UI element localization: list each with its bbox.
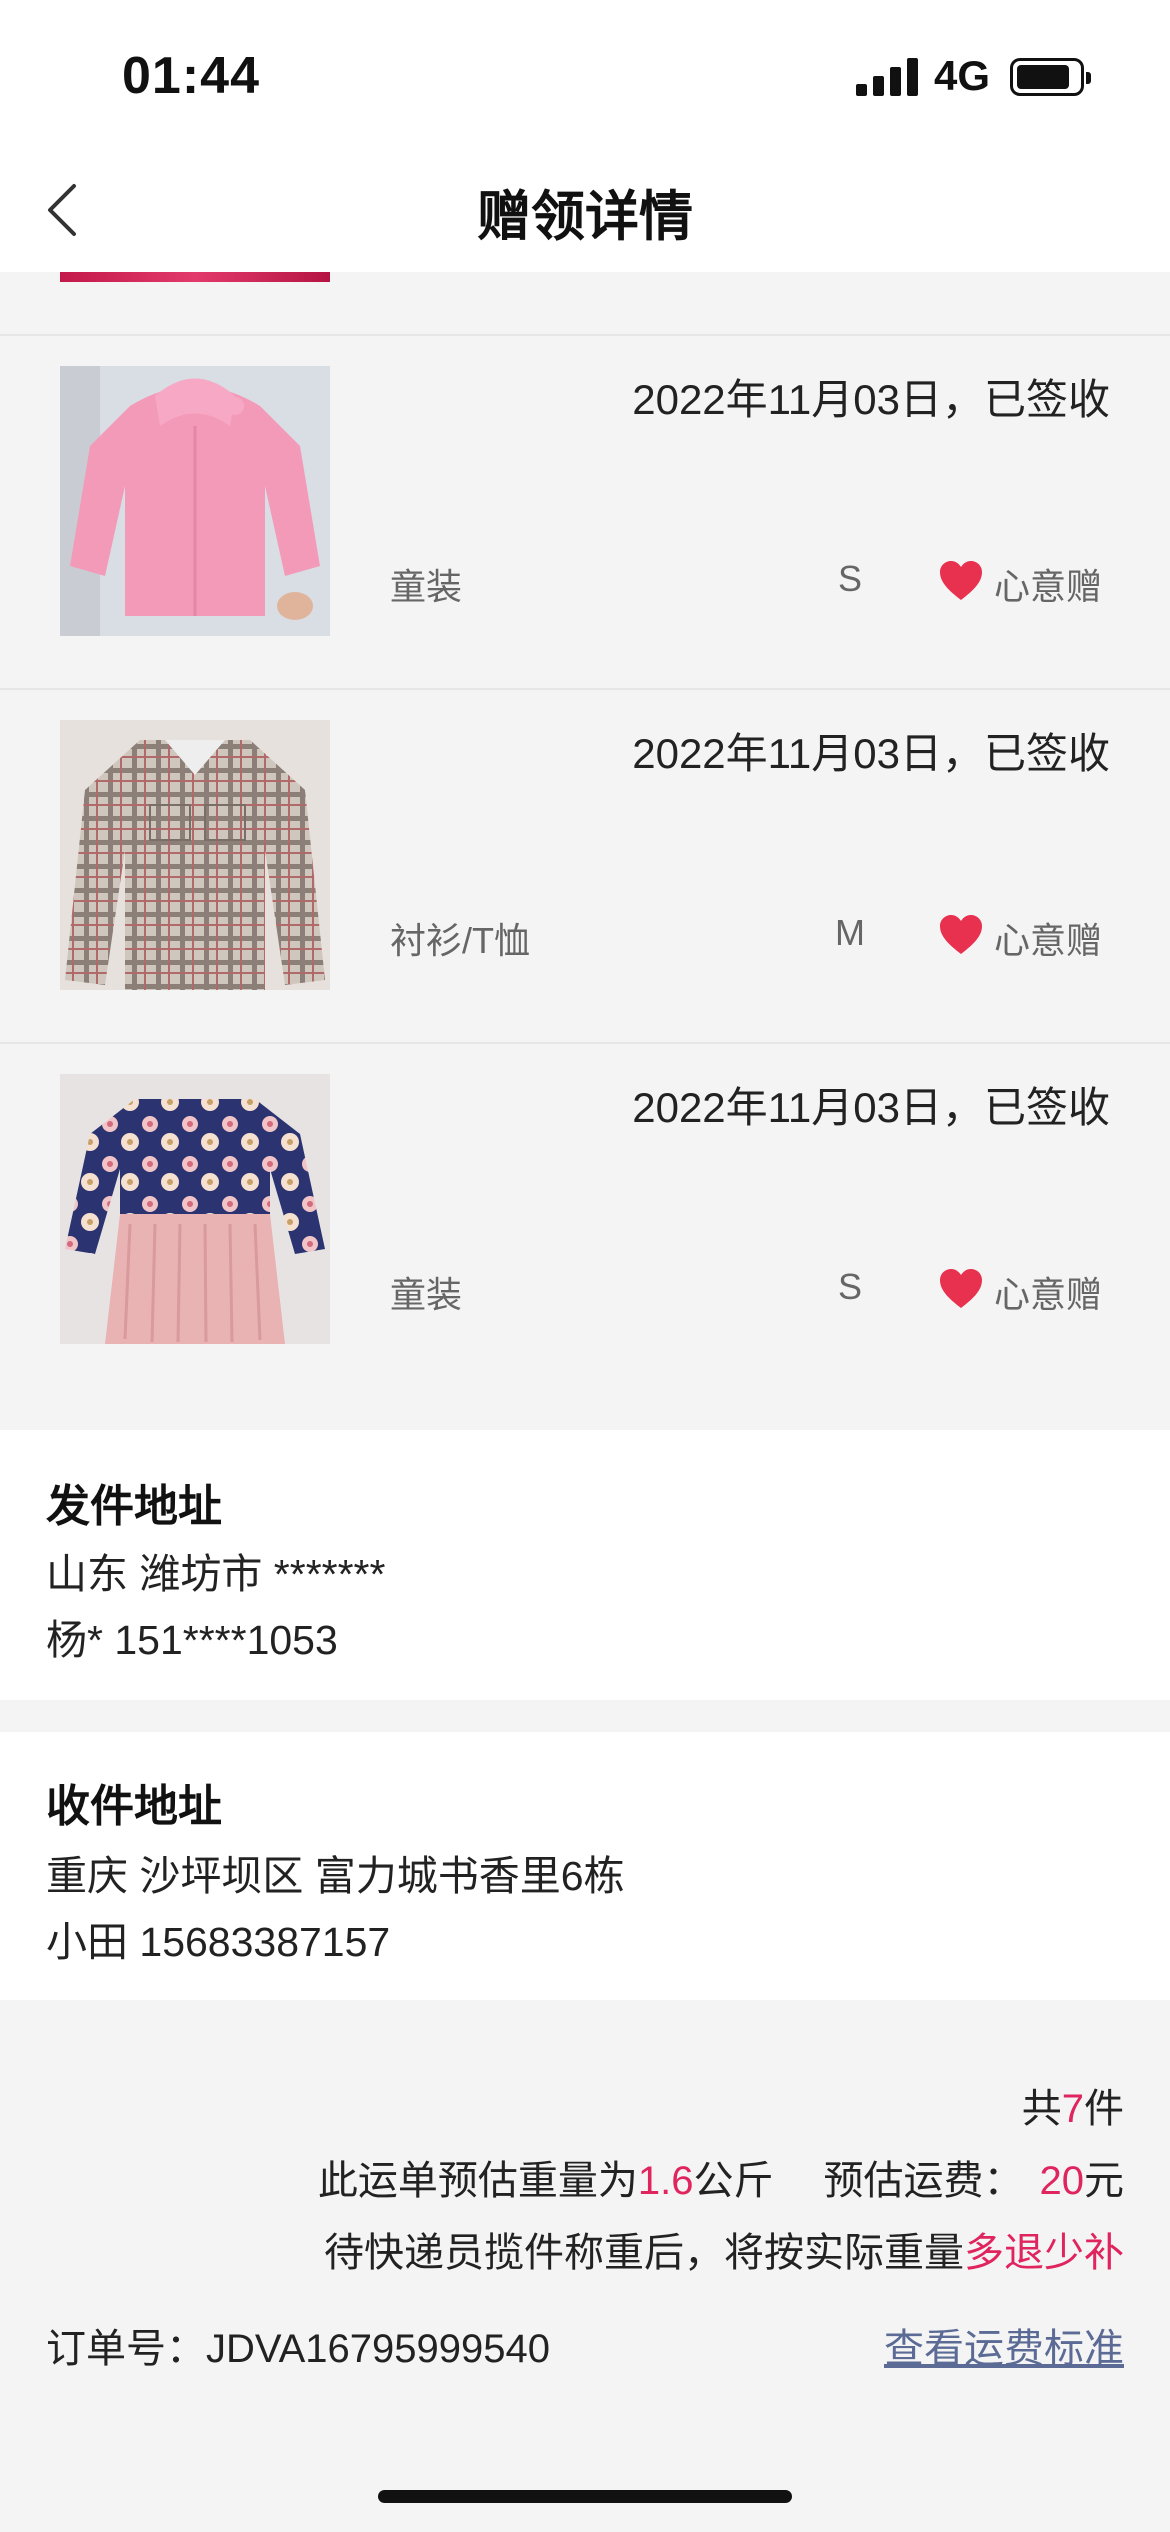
page-title: 赠领详情 [477,187,693,247]
home-indicator[interactable] [378,2490,792,2503]
battery-icon [1010,58,1091,96]
weight-label: 此运单预估重量为 [317,2159,638,2203]
item-count-value: 7 [1061,2087,1084,2131]
heart-icon [940,561,982,600]
item-list[interactable]: 2022年11月03日，已签收 童装 S 心意赠 2022年11月03日，已签收… [0,272,1170,1430]
item-thumbnail-partial[interactable] [60,272,330,282]
weight-note-text: 待快递员揽件称重后，将按实际重量 [324,2231,964,2275]
item-count-suffix: 件 [1084,2087,1124,2131]
weight-value: 1.6 [637,2159,694,2203]
item-date-status: 2022年11月03日，已签收 [632,376,1110,423]
item-gift-type: 心意赠 [994,920,1103,961]
order-number: 订单号：JDVA16795999540 [46,2316,550,2374]
nav-bar: 赠领详情 [0,150,1170,272]
weight-fee-line: 此运单预估重量为1.6公斤 预估运费： 20元 [318,2148,1124,2206]
item-photo [60,366,330,636]
item-date-status: 2022年11月03日，已签收 [632,730,1110,777]
item-category: 童装 [390,566,463,607]
network-label: 4G [934,52,991,99]
item-gift-type: 心意赠 [994,1274,1103,1315]
receiver-address: 重庆 沙坪坝区 富力城书香里6栋 [46,1853,625,1899]
list-item[interactable]: 2022年11月03日，已签收 童装 S 心意赠 [0,334,1170,688]
item-size: S [837,558,862,599]
fee-label: 预估运费： [823,2159,1024,2203]
heart-icon [940,915,982,954]
weight-unit: 公斤 [693,2159,774,2203]
heart-icon [940,1269,982,1308]
sender-address-card: 发件地址 山东 潍坊市 ******* 杨* 151****1053 [0,1430,1170,1700]
fee-value: 20 [1039,2159,1085,2203]
signal-icon [856,58,918,96]
weight-note-highlight: 多退少补 [964,2231,1124,2275]
item-gift-type: 心意赠 [994,566,1103,607]
receiver-address-title: 收件地址 [46,1782,222,1831]
item-photo [60,1074,330,1344]
order-summary: 共7件 此运单预估重量为1.6公斤 预估运费： 20元 待快递员揽件称重后，将按实际… [0,2000,1170,2532]
item-count: 共7件 [1022,2076,1124,2134]
item-category: 童装 [390,1274,463,1315]
receiver-address-card: 收件地址 重庆 沙坪坝区 富力城书香里6栋 小田 15683387157 [0,1732,1170,2000]
sender-address: 山东 潍坊市 ******* [46,1551,386,1597]
item-date-status: 2022年11月03日，已签收 [632,1084,1110,1131]
receiver-contact: 小田 15683387157 [46,1919,391,1965]
sender-address-title: 发件地址 [46,1482,222,1531]
item-category: 衬衫/T恤 [390,920,530,961]
order-number-label: 订单号： [46,2327,206,2371]
list-item[interactable]: 2022年11月03日，已签收 衬衫/T恤 M 心意赠 [0,688,1170,1042]
item-count-prefix: 共 [1021,2087,1062,2131]
item-size: S [837,1266,862,1307]
order-number-value: JDVA16795999540 [206,2327,550,2371]
status-time: 01:44 [122,47,260,105]
item-photo [60,720,330,990]
list-item[interactable]: 2022年11月03日，已签收 童装 S 心意赠 [0,1042,1170,1396]
fee-unit: 元 [1084,2159,1124,2203]
sender-contact: 杨* 151****1053 [46,1617,338,1663]
weight-note: 待快递员揽件称重后，将按实际重量多退少补 [324,2220,1124,2278]
status-bar: 01:44 4G [0,0,1170,150]
fee-standard-link[interactable]: 查看运费标准 [884,2316,1124,2374]
item-size: M [835,912,865,953]
